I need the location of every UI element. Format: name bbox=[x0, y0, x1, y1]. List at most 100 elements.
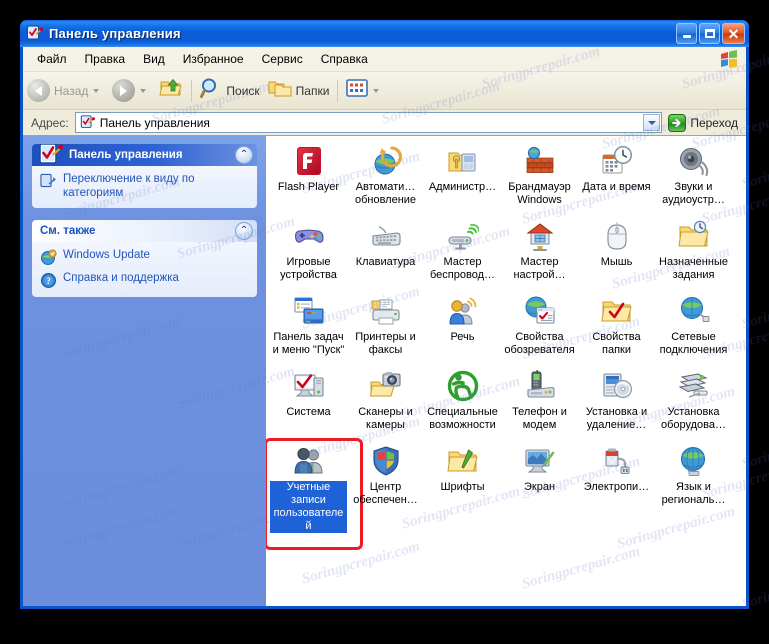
control-panel-item-label: Учетные записи пользователей bbox=[270, 481, 347, 533]
control-panel-item-label: Сканеры и камеры bbox=[347, 406, 424, 432]
control-panel-item[interactable]: Дата и время bbox=[578, 142, 655, 214]
address-value: Панель управления bbox=[100, 116, 210, 130]
control-panel-item[interactable]: Назначенные задания bbox=[655, 217, 732, 289]
control-panel-item-label: Администр… bbox=[428, 181, 497, 194]
views-icon bbox=[346, 79, 368, 102]
go-label: Переход bbox=[690, 116, 738, 130]
control-panel-item[interactable]: Специальные возможности bbox=[424, 367, 501, 439]
menu-view[interactable]: Вид bbox=[135, 49, 173, 69]
folder-options-icon bbox=[601, 295, 633, 327]
back-dropdown-caret-icon[interactable] bbox=[93, 89, 99, 93]
menu-favorites[interactable]: Избранное bbox=[175, 49, 252, 69]
control-panel-item-label: Электропи… bbox=[583, 481, 650, 494]
close-button[interactable]: ✕ bbox=[722, 23, 745, 44]
maximize-button[interactable] bbox=[699, 23, 720, 44]
sidebar-item-help-support[interactable]: ? Справка и поддержка bbox=[40, 271, 249, 289]
control-panel-item[interactable]: Шрифты bbox=[424, 442, 501, 533]
control-panel-item[interactable]: Автомати… обновление bbox=[347, 142, 424, 214]
search-button[interactable]: Поиск bbox=[196, 75, 263, 106]
sidebar-item-windows-update[interactable]: Windows Update bbox=[40, 248, 249, 266]
control-panel-window: Панель управления ✕ Файл Правка Вид Избр… bbox=[20, 20, 749, 609]
control-panel-item[interactable]: Свойства папки bbox=[578, 292, 655, 364]
date-time-icon bbox=[601, 145, 633, 177]
control-panel-item-label: Мастер настрой… bbox=[501, 256, 578, 282]
control-panel-item[interactable]: Телефон и модем bbox=[501, 367, 578, 439]
back-arrow-icon bbox=[27, 79, 50, 102]
back-button[interactable]: Назад bbox=[23, 77, 108, 104]
control-panel-item-label: Установка оборудова… bbox=[655, 406, 732, 432]
control-panel-item-label: Шрифты bbox=[439, 481, 485, 494]
views-button[interactable] bbox=[342, 77, 388, 104]
control-panel-item[interactable]: Администр… bbox=[424, 142, 501, 214]
control-panel-item[interactable]: Панель задач и меню "Пуск" bbox=[270, 292, 347, 364]
menu-file[interactable]: Файл bbox=[29, 49, 75, 69]
control-panel-item[interactable]: Сетевые подключения bbox=[655, 292, 732, 364]
wireless-wizard-icon bbox=[447, 220, 479, 252]
regional-language-icon bbox=[678, 445, 710, 477]
control-panel-item[interactable]: Игровые устройства bbox=[270, 217, 347, 289]
control-panel-item[interactable]: Брандмауэр Windows bbox=[501, 142, 578, 214]
control-panel-item[interactable]: Свойства обозревателя bbox=[501, 292, 578, 364]
up-button[interactable] bbox=[155, 75, 187, 106]
control-panel-item[interactable]: Сканеры и камеры bbox=[347, 367, 424, 439]
control-panel-item-label: Мышь bbox=[600, 256, 634, 269]
control-panel-item-label: Назначенные задания bbox=[655, 256, 732, 282]
user-accounts-icon bbox=[293, 445, 325, 477]
control-panel-item-label: Дата и время bbox=[581, 181, 651, 194]
folders-button[interactable]: Папки bbox=[264, 76, 334, 105]
control-panel-item-label: Установка и удаление… bbox=[578, 406, 655, 432]
administrative-tools-icon bbox=[447, 145, 479, 177]
control-panel-item-label: Flash Player bbox=[277, 181, 340, 194]
panel-header-see-also[interactable]: См. также ⌃ bbox=[32, 220, 257, 242]
control-panel-item[interactable]: Мастер беспровод… bbox=[424, 217, 501, 289]
windows-update-icon bbox=[40, 249, 57, 266]
menu-edit[interactable]: Правка bbox=[77, 49, 134, 69]
sidebar-item-switch-view[interactable]: Переключение к виду по категориям bbox=[40, 172, 249, 200]
control-panel-item[interactable]: Мастер настрой… bbox=[501, 217, 578, 289]
flash-player-icon bbox=[293, 145, 325, 177]
forward-arrow-icon bbox=[112, 79, 135, 102]
network-setup-wizard-icon bbox=[524, 220, 556, 252]
control-panel-item[interactable]: Клавиатура bbox=[347, 217, 424, 289]
navigation-toolbar: Назад bbox=[23, 72, 746, 110]
window-title: Панель управления bbox=[49, 26, 181, 41]
control-panel-item[interactable]: Принтеры и факсы bbox=[347, 292, 424, 364]
menu-tools[interactable]: Сервис bbox=[254, 49, 311, 69]
control-panel-item[interactable]: Учетные записи пользователей bbox=[270, 442, 347, 533]
chevron-up-icon[interactable]: ⌃ bbox=[235, 146, 253, 164]
control-panel-item-label: Экран bbox=[523, 481, 556, 494]
control-panel-item[interactable]: Язык и региональ… bbox=[655, 442, 732, 533]
panel-see-also: См. также ⌃ bbox=[32, 220, 257, 297]
control-panel-item[interactable]: Речь bbox=[424, 292, 501, 364]
control-panel-item[interactable]: Установка и удаление… bbox=[578, 367, 655, 439]
views-dropdown-caret-icon[interactable] bbox=[373, 89, 379, 93]
address-dropdown-button[interactable] bbox=[643, 114, 660, 131]
title-bar[interactable]: Панель управления ✕ bbox=[20, 20, 749, 47]
control-panel-item[interactable]: Центр обеспечен… bbox=[347, 442, 424, 533]
go-button[interactable]: Переход bbox=[662, 114, 746, 132]
control-panel-item[interactable]: Flash Player bbox=[270, 142, 347, 214]
control-panel-item[interactable]: Мышь bbox=[578, 217, 655, 289]
control-panel-item[interactable]: Экран bbox=[501, 442, 578, 533]
control-panel-item[interactable]: Система bbox=[270, 367, 347, 439]
menu-help[interactable]: Справка bbox=[313, 49, 376, 69]
forward-dropdown-caret-icon[interactable] bbox=[140, 89, 146, 93]
address-input[interactable]: Панель управления bbox=[75, 112, 663, 133]
chevron-up-icon[interactable]: ⌃ bbox=[235, 222, 253, 240]
power-options-icon bbox=[601, 445, 633, 477]
sidebar-link-label: Windows Update bbox=[63, 248, 150, 262]
address-bar: Адрес: Панель управления bbox=[23, 110, 746, 136]
add-hardware-icon bbox=[678, 370, 710, 402]
sidebar-link-label: Переключение к виду по категориям bbox=[63, 172, 249, 200]
control-panel-item-label: Система bbox=[285, 406, 331, 419]
forward-button[interactable] bbox=[108, 77, 155, 104]
control-panel-item[interactable]: Установка оборудова… bbox=[655, 367, 732, 439]
minimize-button[interactable] bbox=[676, 23, 697, 44]
help-support-icon: ? bbox=[40, 272, 57, 289]
control-panel-item[interactable]: Электропи… bbox=[578, 442, 655, 533]
control-panel-item[interactable]: Звуки и аудиоустр… bbox=[655, 142, 732, 214]
panel-header-control-panel[interactable]: Панель управления ⌃ bbox=[32, 144, 257, 166]
control-panel-item-label: Брандмауэр Windows bbox=[501, 181, 578, 207]
control-panel-item-label: Язык и региональ… bbox=[655, 481, 732, 507]
sidebar-link-label: Справка и поддержка bbox=[63, 271, 179, 285]
